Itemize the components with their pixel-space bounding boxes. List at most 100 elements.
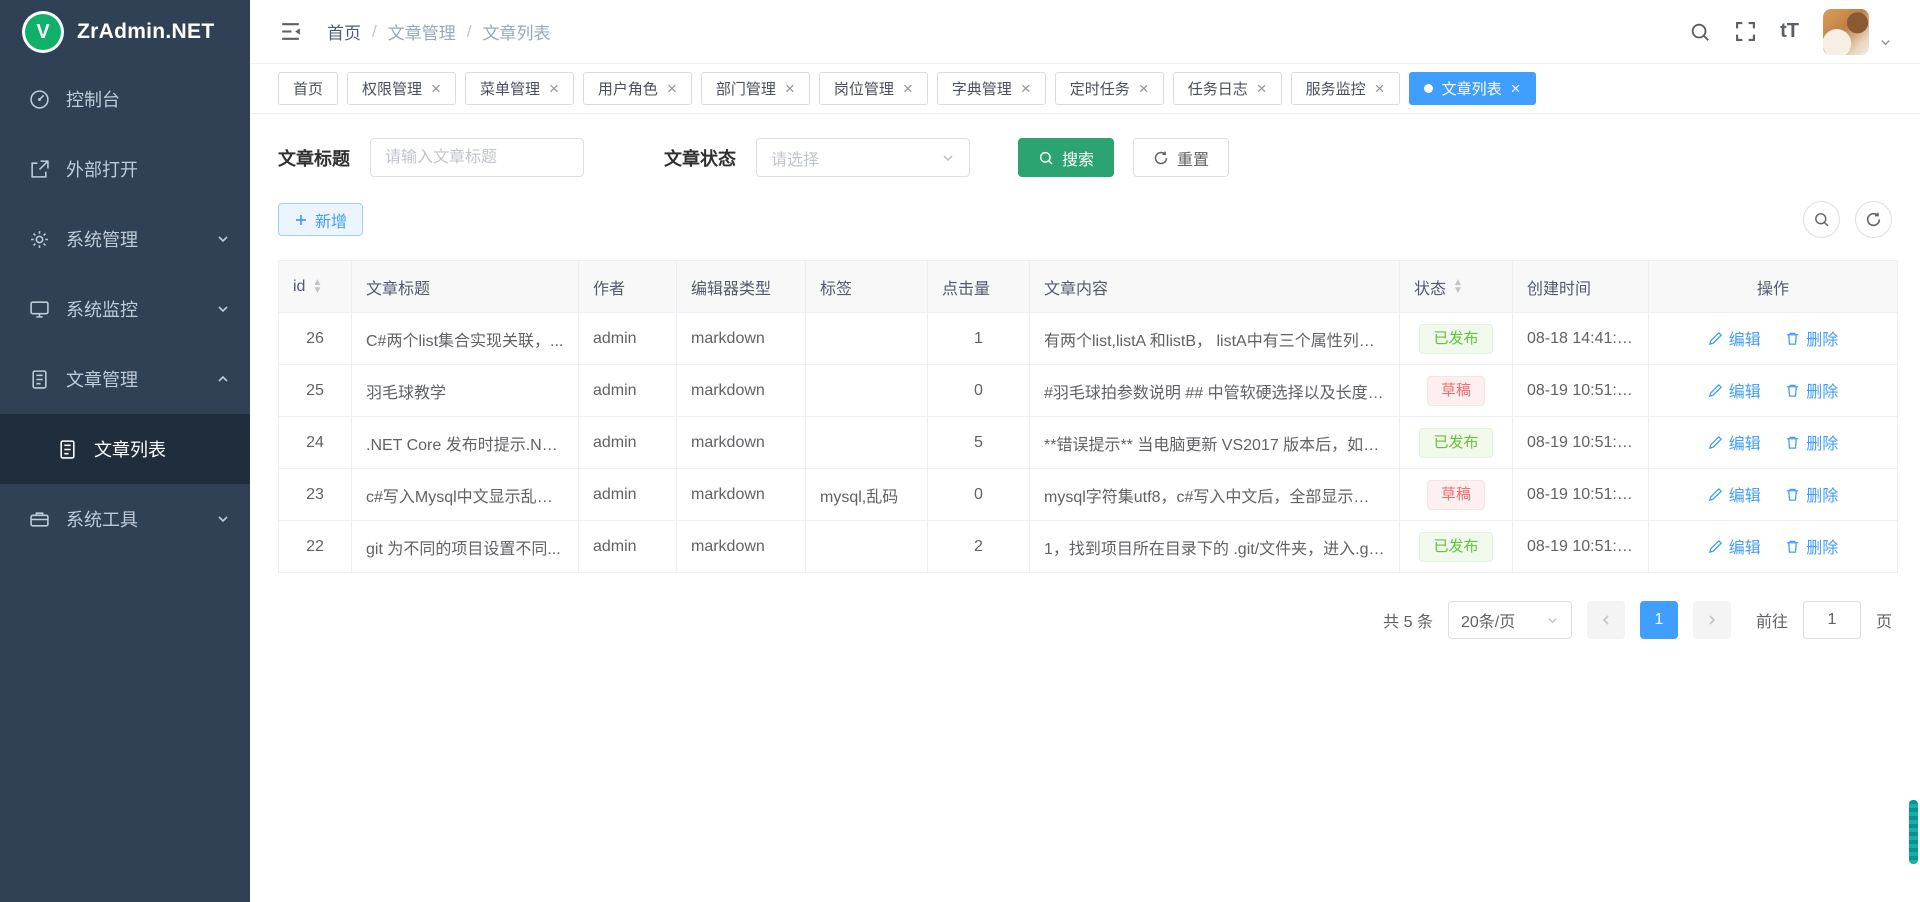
sidebar-item-system-monitor[interactable]: 系统监控 — [0, 274, 250, 344]
page-size-value: 20条/页 — [1461, 608, 1515, 632]
edit-link[interactable]: 编辑 — [1708, 326, 1761, 350]
cell-hits: 5 — [928, 417, 1030, 469]
close-icon[interactable]: × — [785, 80, 795, 97]
delete-link[interactable]: 删除 — [1785, 430, 1838, 454]
sidebar-item-article-list[interactable]: 文章列表 — [0, 414, 250, 484]
app-logo[interactable]: V ZrAdmin.NET — [0, 0, 250, 64]
cell-content: 有两个list,listA 和listB， listA中有三个属性列为St... — [1030, 313, 1400, 365]
tab-article-list[interactable]: 文章列表 × — [1409, 72, 1536, 105]
close-icon[interactable]: × — [1021, 80, 1031, 97]
cell-content: #羽毛球拍参数说明 ## 中管软硬选择以及长度介... — [1030, 365, 1400, 417]
tab-dict-management[interactable]: 字典管理 × — [937, 72, 1046, 105]
sidebar-collapse-icon[interactable] — [278, 19, 303, 44]
reset-button[interactable]: 重置 — [1133, 138, 1229, 177]
tab-label: 文章列表 — [1442, 78, 1502, 99]
cell-content: **错误提示** 当电脑更新 VS2017 版本后，如果... — [1030, 417, 1400, 469]
cell-tags — [806, 417, 928, 469]
tab-label: 权限管理 — [362, 78, 422, 99]
close-icon[interactable]: × — [1139, 80, 1149, 97]
sidebar-item-label: 外部打开 — [66, 156, 138, 182]
search-button[interactable]: 搜索 — [1018, 138, 1114, 177]
cell-author: admin — [579, 417, 677, 469]
close-icon[interactable]: × — [431, 80, 441, 97]
tab-label: 任务日志 — [1188, 78, 1248, 99]
page-number-button[interactable]: 1 — [1640, 601, 1678, 639]
font-size-icon[interactable]: tT — [1780, 20, 1799, 43]
avatar[interactable] — [1823, 9, 1869, 55]
breadcrumb-home[interactable]: 首页 — [327, 19, 361, 44]
tab-label: 服务监控 — [1306, 78, 1366, 99]
toggle-search-button[interactable] — [1803, 201, 1840, 238]
tab-permission-management[interactable]: 权限管理 × — [347, 72, 456, 105]
close-icon[interactable]: × — [1375, 80, 1385, 97]
tab-task-log[interactable]: 任务日志 × — [1173, 72, 1282, 105]
tab-scheduled-task[interactable]: 定时任务 × — [1055, 72, 1164, 105]
sidebar-item-label: 文章管理 — [66, 366, 138, 392]
cell-hits: 1 — [928, 313, 1030, 365]
prev-page-button[interactable] — [1587, 601, 1625, 639]
breadcrumb-article-management[interactable]: 文章管理 — [388, 19, 456, 44]
cell-title: C#两个list集合实现关联，... — [352, 313, 579, 365]
goto-page-input[interactable] — [1803, 601, 1861, 639]
cell-status: 草稿 — [1400, 469, 1513, 521]
sidebar-item-external-open[interactable]: 外部打开 — [0, 134, 250, 204]
fullscreen-icon[interactable] — [1735, 21, 1756, 42]
add-button[interactable]: 新增 — [278, 203, 363, 236]
sidebar-item-system-tools[interactable]: 系统工具 — [0, 484, 250, 554]
cell-id: 24 — [279, 417, 352, 469]
topbar-actions: tT — [1689, 9, 1892, 55]
cell-created: 08-19 10:51:27 — [1513, 417, 1649, 469]
toolbox-icon — [28, 508, 50, 530]
status-badge: 已发布 — [1419, 428, 1492, 458]
edit-link[interactable]: 编辑 — [1708, 378, 1761, 402]
edit-link[interactable]: 编辑 — [1708, 482, 1761, 506]
delete-link[interactable]: 删除 — [1785, 534, 1838, 558]
chevron-down-icon — [216, 512, 230, 526]
close-icon[interactable]: × — [549, 80, 559, 97]
refresh-table-button[interactable] — [1855, 201, 1892, 238]
tab-post-management[interactable]: 岗位管理 × — [819, 72, 928, 105]
sidebar-item-system-management[interactable]: 系统管理 — [0, 204, 250, 274]
edit-link[interactable]: 编辑 — [1708, 534, 1761, 558]
next-page-button[interactable] — [1693, 601, 1731, 639]
scrollbar-thumb[interactable] — [1909, 800, 1918, 864]
sidebar-item-dashboard[interactable]: 控制台 — [0, 64, 250, 134]
caret-down-icon[interactable] — [1879, 36, 1892, 49]
delete-link[interactable]: 删除 — [1785, 378, 1838, 402]
column-header-created: 创建时间 — [1513, 261, 1649, 313]
logo-icon: V — [22, 11, 64, 53]
close-icon[interactable]: × — [1511, 80, 1521, 97]
cell-actions: 编辑 删除 — [1649, 469, 1898, 521]
search-icon[interactable] — [1689, 21, 1711, 43]
delete-link[interactable]: 删除 — [1785, 326, 1838, 350]
article-status-select[interactable]: 请选择 — [756, 138, 970, 177]
app-title: ZrAdmin.NET — [77, 20, 214, 44]
sidebar-item-article-management[interactable]: 文章管理 — [0, 344, 250, 414]
cell-id: 26 — [279, 313, 352, 365]
cell-actions: 编辑 删除 — [1649, 417, 1898, 469]
close-icon[interactable]: × — [903, 80, 913, 97]
dashboard-icon — [28, 88, 50, 110]
tab-home[interactable]: 首页 — [278, 72, 338, 105]
delete-link[interactable]: 删除 — [1785, 482, 1838, 506]
close-icon[interactable]: × — [667, 80, 677, 97]
status-badge: 已发布 — [1419, 324, 1492, 354]
page-suffix-label: 页 — [1876, 608, 1892, 632]
tab-department-management[interactable]: 部门管理 × — [701, 72, 810, 105]
cell-editor: markdown — [677, 521, 806, 573]
tab-user-role[interactable]: 用户角色 × — [583, 72, 692, 105]
article-title-input[interactable] — [370, 138, 584, 177]
page-size-select[interactable]: 20条/页 — [1448, 601, 1572, 639]
cell-author: admin — [579, 313, 677, 365]
gear-icon — [28, 228, 50, 250]
edit-link[interactable]: 编辑 — [1708, 430, 1761, 454]
tab-service-monitor[interactable]: 服务监控 × — [1291, 72, 1400, 105]
tab-label: 首页 — [293, 78, 323, 99]
column-header-id[interactable]: id ▲▼ — [279, 261, 352, 313]
column-header-status[interactable]: 状态 ▲▼ — [1400, 261, 1513, 313]
close-icon[interactable]: × — [1257, 80, 1267, 97]
chevron-down-icon — [941, 151, 955, 165]
tab-menu-management[interactable]: 菜单管理 × — [465, 72, 574, 105]
search-icon — [1038, 150, 1054, 166]
article-status-label: 文章状态 — [664, 145, 736, 171]
